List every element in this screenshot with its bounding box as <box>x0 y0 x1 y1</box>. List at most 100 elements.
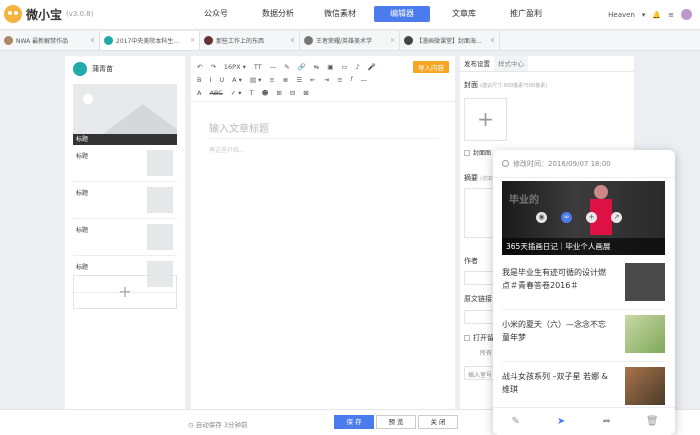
user-menu[interactable]: Heaven ▾ 🔔 ≡ <box>601 9 692 20</box>
caret-down-icon[interactable]: ▾ <box>642 11 646 19</box>
tab-style-center[interactable]: 样式中心 <box>494 56 528 71</box>
tab-publish-settings[interactable]: 发布设置 <box>460 56 494 71</box>
close-icon[interactable]: × <box>90 37 95 44</box>
main-article-cover[interactable] <box>73 84 177 134</box>
image-icon[interactable]: ▣ <box>327 63 333 71</box>
list-item[interactable]: 我是毕业生有迹可循的设计燃点＃青春答卷2016＃ <box>502 258 665 310</box>
send-icon[interactable]: ➤ <box>554 415 568 429</box>
edit-icon[interactable]: ✎ <box>509 415 523 429</box>
close-icon[interactable]: × <box>490 37 495 44</box>
import-content-button[interactable]: 导入内容 <box>413 61 449 73</box>
upload-cover-button[interactable]: + <box>464 98 507 141</box>
nav-gongzhonghao[interactable]: 公众号 <box>188 6 244 22</box>
table-icon[interactable]: ⊞ <box>276 89 281 97</box>
close-button[interactable]: 关 闭 <box>418 415 458 429</box>
article-body-input[interactable]: 再这里开始... <box>209 145 245 154</box>
view-icon[interactable]: ◉ <box>536 212 547 223</box>
open-comments-checkbox[interactable] <box>464 335 470 341</box>
external-link-icon[interactable]: ↗ <box>611 212 622 223</box>
close-icon[interactable]: × <box>390 37 395 44</box>
doc-tab[interactable]: NWA 最新解禁作品 × <box>0 31 100 50</box>
undo-icon[interactable]: ↶ <box>197 63 202 71</box>
unlink-icon[interactable]: ⇆ <box>314 63 319 71</box>
text-icon[interactable]: T <box>250 89 254 97</box>
bell-icon[interactable]: 🔔 <box>652 11 661 19</box>
list-item[interactable]: 标题 <box>73 219 177 256</box>
cover-label-text: 封面 <box>464 81 478 89</box>
horizontal-rule-icon[interactable]: — <box>270 63 277 71</box>
doc-tab[interactable]: 【漫画微课堂】封面海... × <box>400 31 500 50</box>
image-placeholder-icon <box>147 187 173 213</box>
account-header: 蒲青苗 <box>65 56 185 82</box>
menu-icon[interactable]: ≡ <box>668 11 674 19</box>
hero-article[interactable]: 毕业的 ◉ ∞ + ↗ 365天插画日记｜毕业个人画展 <box>502 181 665 255</box>
clock-icon: ◷ <box>188 421 196 429</box>
table-delete-icon[interactable]: ⊟ <box>290 89 295 97</box>
list-item[interactable]: 标题 <box>73 145 177 182</box>
list-item-title: 标题 <box>76 227 89 234</box>
add-article-button[interactable]: + <box>73 275 177 309</box>
nav-wechat-assets[interactable]: 微信素材 <box>312 6 368 22</box>
app-name: 微小宝 <box>26 7 63 22</box>
list-item-title: 标题 <box>76 264 89 271</box>
doc-tab[interactable]: 2017中央美院本科生... × <box>100 31 200 50</box>
avatar[interactable] <box>681 9 692 20</box>
font-size-select[interactable]: 16PX ▾ <box>224 63 246 71</box>
bold-icon[interactable]: B <box>197 76 201 84</box>
redo-icon[interactable]: ↷ <box>210 63 215 71</box>
preview-button[interactable]: 预 览 <box>376 415 416 429</box>
autosave-text: 自动保存 3分钟前 <box>195 421 248 429</box>
link-icon[interactable]: ∞ <box>561 212 572 223</box>
nav-editor[interactable]: 编辑器 <box>374 6 430 22</box>
italic-icon[interactable]: I <box>209 76 211 84</box>
print-icon[interactable]: ⊠ <box>303 89 308 97</box>
modified-time: 修改时间：2016/09/07 18:00 <box>493 150 675 178</box>
close-icon[interactable]: × <box>190 37 195 44</box>
divider-icon[interactable]: — <box>361 76 368 84</box>
underline-icon[interactable]: U <box>219 76 224 84</box>
font-style-icon[interactable]: TT <box>254 63 262 71</box>
doc-tab[interactable]: 王者荣耀/英雄美术学 × <box>300 31 400 50</box>
align-left-icon[interactable]: ≡ <box>269 76 274 84</box>
nav-promotion[interactable]: 推广盈利 <box>498 6 554 22</box>
text-format-icon[interactable]: A <box>197 89 201 97</box>
app-logo[interactable]: 微小宝 (v3.0.8) <box>4 5 93 23</box>
outdent-icon[interactable]: ⇤ <box>310 76 315 84</box>
eraser-icon[interactable]: ✎ <box>284 63 289 71</box>
nav-article-library[interactable]: 文章库 <box>436 6 492 22</box>
align-center-icon[interactable]: ≣ <box>283 76 288 84</box>
check-icon[interactable]: ✓ ▾ <box>231 89 242 97</box>
list-item[interactable]: 小米的夏天（六）—念念不忘童年梦 <box>502 310 665 362</box>
document-tabs: NWA 最新解禁作品 × 2017中央美院本科生... × 那些工作上的东西 × 王者… <box>0 31 700 51</box>
article-title-input[interactable]: 输入文章标题 <box>209 120 269 135</box>
share-icon[interactable]: ➦ <box>600 415 614 429</box>
nav-data-analysis[interactable]: 数据分析 <box>250 6 306 22</box>
font-color-icon[interactable]: A ▾ <box>232 76 242 84</box>
link-icon[interactable]: 🔗 <box>298 63 306 71</box>
align-right-icon[interactable]: ☰ <box>296 76 302 84</box>
settings-tabs: 发布设置 样式中心 <box>460 56 634 72</box>
emoji-icon[interactable]: ☻ <box>262 89 269 97</box>
list-item[interactable]: 标题 <box>73 182 177 219</box>
music-icon[interactable]: ♪ <box>356 63 360 71</box>
background-color-icon[interactable]: ▤ ▾ <box>250 76 261 84</box>
save-button[interactable]: 保 存 <box>334 415 374 429</box>
all-users-label: 所有 <box>480 350 493 357</box>
cover-hint: (建议尺寸:900像素*500像素) <box>480 83 548 89</box>
cover-in-body-checkbox[interactable] <box>464 150 470 156</box>
main-article-title[interactable]: 标题 <box>73 134 177 145</box>
close-icon[interactable]: × <box>290 37 295 44</box>
delete-icon[interactable]: 🗑 <box>645 415 659 429</box>
add-icon[interactable]: + <box>586 212 597 223</box>
formula-icon[interactable]: 𝑓 <box>351 75 353 84</box>
user-name[interactable]: Heaven <box>608 11 635 19</box>
doc-tab-label: 【漫画微课堂】封面海... <box>416 38 482 45</box>
justify-icon[interactable]: ≡ <box>337 76 342 84</box>
video-icon[interactable]: ▭ <box>341 63 347 71</box>
strikethrough-icon[interactable]: ABC <box>209 89 222 97</box>
indent-icon[interactable]: ⇥ <box>324 76 329 84</box>
hero-actions: ◉ ∞ + ↗ <box>536 212 636 223</box>
doc-tab[interactable]: 那些工作上的东西 × <box>200 31 300 50</box>
doc-tab-label: 2017中央美院本科生... <box>116 38 179 45</box>
audio-icon[interactable]: 🎤 <box>368 63 376 71</box>
